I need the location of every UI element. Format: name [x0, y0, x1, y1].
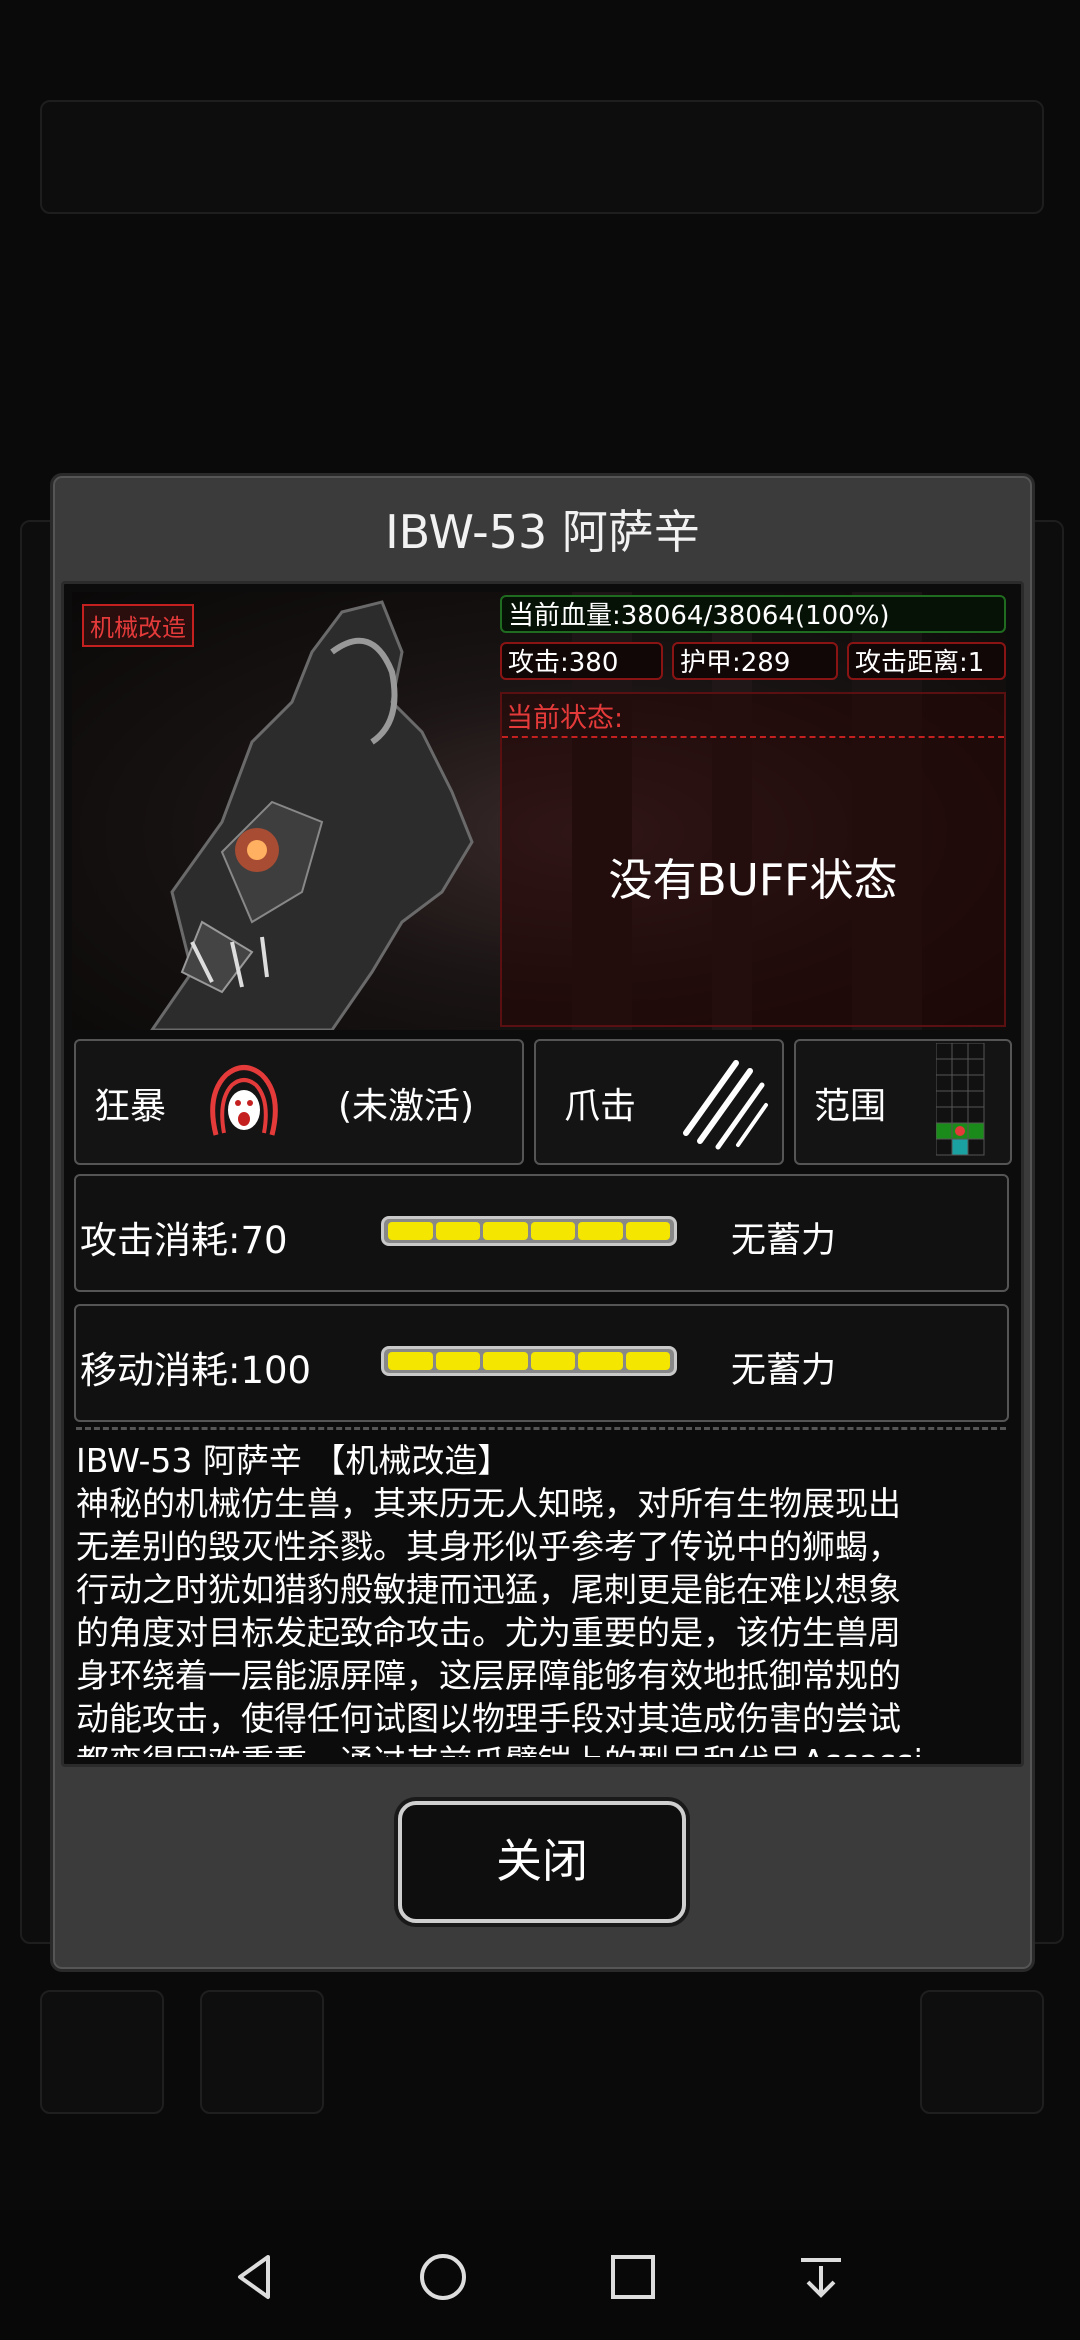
back-icon[interactable]	[230, 2252, 280, 2306]
skill-range[interactable]: 范围	[794, 1039, 1012, 1165]
skill-range-label: 范围	[814, 1086, 887, 1127]
skill-rage-label: 狂暴	[94, 1086, 167, 1127]
description-line: 的角度对目标发起致命攻击。尤为重要的是，该仿生兽周	[76, 1613, 901, 1652]
skill-claw[interactable]: 爪击	[534, 1039, 784, 1165]
mechanical-tag: 机械改造	[82, 604, 194, 647]
status-divider	[502, 736, 1004, 738]
attack-cost-row: 攻击消耗:70 无蓄力	[74, 1174, 1009, 1292]
skill-claw-label: 爪击	[564, 1086, 637, 1127]
move-cost-row: 移动消耗:100 无蓄力	[74, 1304, 1009, 1422]
status-panel: 当前状态: 没有BUFF状态	[500, 692, 1006, 1027]
bar-segment	[530, 1222, 575, 1240]
notification-shade-icon[interactable]	[796, 2252, 846, 2306]
move-charge-status: 无蓄力	[731, 1351, 837, 1391]
attack-cost-label: 攻击消耗:70	[80, 1219, 288, 1262]
monster-portrait: 机械改造 当前血量:38064/38064(100%) 攻击:380 护甲:28…	[72, 592, 1006, 1030]
dialog-title: IBW-53 阿萨辛	[385, 505, 700, 559]
range-stat: 攻击距离:1	[847, 642, 1006, 680]
description-heading: IBW-53 阿萨辛 【机械改造】	[76, 1441, 511, 1480]
bar-segment	[625, 1222, 670, 1240]
move-cost-label: 移动消耗:100	[80, 1349, 312, 1392]
bar-segment	[388, 1222, 433, 1240]
armor-stat: 护甲:289	[672, 642, 838, 680]
description-line: 无差别的毁灭性杀戮。其身形似乎参考了传说中的狮蝎，	[76, 1527, 901, 1566]
background-button	[40, 1990, 164, 2114]
recents-icon[interactable]	[608, 2252, 658, 2306]
bar-segment	[530, 1352, 575, 1370]
skill-rage-status: (未激活)	[338, 1086, 475, 1127]
description-line: 身环绕着一层能源屏障，这层屏障能够有效地抵御常规的	[76, 1656, 901, 1695]
background-button	[200, 1990, 324, 2114]
move-cost-bar	[381, 1346, 677, 1376]
bar-segment	[578, 1352, 623, 1370]
skill-rage[interactable]: 狂暴 (未激活)	[74, 1039, 524, 1165]
status-value: 没有BUFF状态	[608, 855, 898, 906]
description-line: 行动之时犹如猎豹般敏捷而迅猛，尾刺更是能在难以想象	[76, 1570, 901, 1609]
background-button	[920, 1990, 1044, 2114]
description-divider	[76, 1427, 1006, 1430]
attack-cost-bar	[381, 1216, 677, 1246]
bar-segment	[435, 1222, 480, 1240]
bar-segment	[483, 1222, 528, 1240]
system-nav-bar	[0, 2210, 1080, 2340]
bar-segment	[578, 1222, 623, 1240]
background-status-bar	[40, 100, 1044, 214]
bar-segment	[625, 1352, 670, 1370]
rage-face-icon	[196, 1055, 292, 1155]
bar-segment	[483, 1352, 528, 1370]
attack-stat: 攻击:380	[500, 642, 663, 680]
close-button[interactable]: 关闭	[398, 1801, 686, 1923]
range-grid-icon	[935, 1042, 986, 1167]
status-label: 当前状态:	[506, 703, 624, 734]
home-icon[interactable]	[418, 2252, 468, 2306]
description-line: 都变得困难重重，通过其前爪臂铠上的型号和代号Assassi	[76, 1740, 1006, 1757]
description-line: 神秘的机械仿生兽，其来历无人知晓，对所有生物展现出	[76, 1484, 901, 1523]
monster-info-dialog: IBW-53 阿萨辛 机械改造 当前血量:38064/38064(100%) 攻…	[50, 473, 1035, 1972]
monster-description[interactable]: IBW-53 阿萨辛 【机械改造】 神秘的机械仿生兽，其来历无人知晓，对所有生物…	[76, 1439, 1006, 1757]
description-line: 动能攻击，使得任何试图以物理手段对其造成伤害的尝试	[76, 1699, 901, 1738]
bar-segment	[435, 1352, 480, 1370]
bar-segment	[388, 1352, 433, 1370]
dialog-content: 机械改造 当前血量:38064/38064(100%) 攻击:380 护甲:28…	[61, 581, 1024, 1767]
claw-scratch-icon	[676, 1055, 772, 1155]
hp-stat: 当前血量:38064/38064(100%)	[500, 595, 1006, 633]
attack-charge-status: 无蓄力	[731, 1221, 837, 1261]
